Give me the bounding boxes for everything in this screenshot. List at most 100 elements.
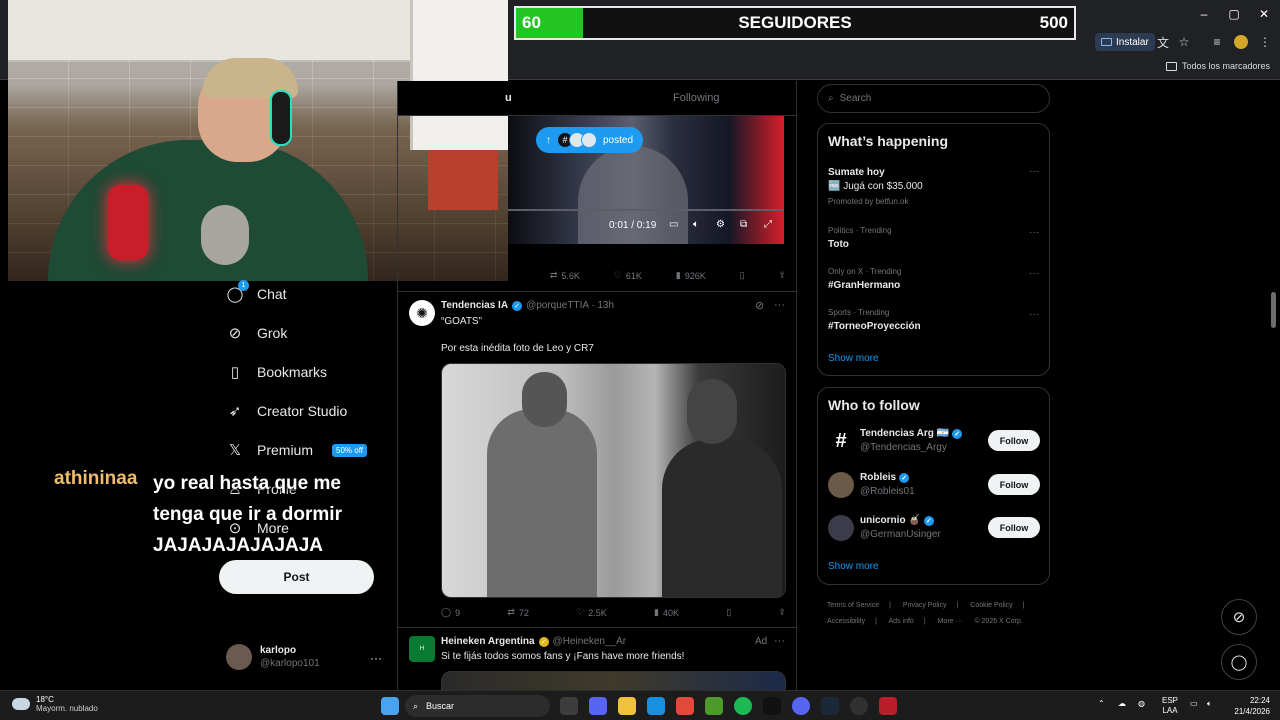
views-button[interactable]: ▮ 40K: [654, 607, 679, 618]
tweet-author-handle[interactable]: @Heineken__Ar: [553, 636, 627, 647]
reply-button[interactable]: ◯ 9: [441, 607, 460, 618]
like-button[interactable]: ♡ 2.5K: [576, 607, 607, 618]
app-icon[interactable]: [589, 697, 607, 715]
trend-meta: Only on X · Trending: [828, 267, 902, 276]
video-progress-bar[interactable]: [508, 209, 784, 211]
tray-app-icon[interactable]: ◍: [1138, 699, 1145, 709]
settings-icon[interactable]: ⚙: [716, 219, 725, 230]
all-bookmarks-folder[interactable]: Todos los marcadores: [1165, 61, 1270, 71]
taskbar-search[interactable]: ⌕ Buscar: [405, 695, 550, 717]
install-app-button[interactable]: Instalar: [1095, 33, 1155, 51]
heineken-logo-avatar[interactable]: H: [409, 636, 435, 662]
obs-icon[interactable]: [850, 697, 868, 715]
star-icon[interactable]: ☆: [1175, 33, 1193, 51]
footer-link[interactable]: Privacy Policy: [903, 602, 947, 609]
more-button[interactable]: ···: [1029, 227, 1039, 238]
more-button[interactable]: ···: [1029, 268, 1039, 279]
promo-name[interactable]: Sumate hoy: [828, 167, 885, 178]
bookmark-button[interactable]: ▯: [726, 607, 731, 618]
profile-avatar[interactable]: [1234, 35, 1248, 49]
weather-desc: Mayorm. nublado: [36, 704, 98, 713]
pip-icon[interactable]: ⧉: [740, 219, 747, 230]
network-icon[interactable]: ▭: [1190, 699, 1198, 709]
footer-link[interactable]: Ads info: [889, 618, 914, 625]
tweet-more-button[interactable]: ···: [774, 299, 785, 311]
follow-button[interactable]: Follow: [988, 517, 1040, 538]
task-view-icon[interactable]: [560, 697, 578, 715]
share-button[interactable]: ⇪: [778, 270, 786, 281]
like-button[interactable]: ♡ 61K: [614, 270, 642, 281]
weather-widget[interactable]: 18°C Mayorm. nublado: [12, 695, 98, 713]
search-input[interactable]: ⌕ Search: [817, 84, 1050, 113]
steam-icon[interactable]: [821, 697, 839, 715]
tweet-more-button[interactable]: ···: [774, 635, 785, 647]
openai-logo-avatar[interactable]: ✺: [409, 300, 435, 326]
minimize-button[interactable]: –: [1189, 4, 1219, 24]
onedrive-icon[interactable]: ☁: [1118, 699, 1126, 709]
more-button[interactable]: ···: [1029, 309, 1039, 320]
trend-name[interactable]: #GranHermano: [828, 280, 900, 291]
clock[interactable]: 22:24 21/4/2026: [1226, 695, 1270, 717]
nav-creator-studio[interactable]: ➶ Creator Studio: [226, 402, 348, 420]
close-button[interactable]: ✕: [1249, 4, 1279, 24]
volume-icon[interactable]: 🔈︎: [693, 219, 699, 230]
translate-icon[interactable]: 文: [1154, 33, 1172, 51]
tweet-author-name[interactable]: Heineken Argentina: [441, 636, 535, 647]
follow-suggestion[interactable]: unicornio 🧉 ✓ @GermanUsinger Follow: [828, 513, 1040, 543]
follow-suggestion[interactable]: Robleis ✓ @Robleis01 Follow: [828, 470, 1040, 500]
footer-link[interactable]: Cookie Policy: [970, 602, 1012, 609]
follow-suggestion[interactable]: # Tendencias Arg 🇦🇷 ✓ @Tendencias_Argy Fo…: [828, 426, 1040, 456]
chrome-icon[interactable]: [676, 697, 694, 715]
photo-figure: [487, 409, 597, 597]
minecraft-icon[interactable]: [705, 697, 723, 715]
captions-icon[interactable]: ▭: [669, 219, 678, 230]
footer-link[interactable]: More ···: [938, 618, 963, 625]
messages-fab-icon[interactable]: ◯: [1221, 644, 1257, 680]
bookmark-button[interactable]: ▯: [740, 270, 745, 281]
maximize-button[interactable]: ▢: [1219, 4, 1249, 24]
tiktok-icon[interactable]: [763, 697, 781, 715]
more-button[interactable]: ···: [1029, 166, 1039, 177]
tray-chevron-icon[interactable]: ⌃: [1098, 699, 1105, 709]
tab-for-you[interactable]: u: [505, 92, 512, 104]
menu-icon[interactable]: ⋮: [1256, 33, 1274, 51]
grok-fab-icon[interactable]: ⊘: [1221, 599, 1257, 635]
nav-grok[interactable]: ⊘ Grok: [226, 324, 288, 342]
volume-icon[interactable]: 🔈︎: [1207, 699, 1212, 709]
nav-chat[interactable]: ◯ 1 Chat: [226, 280, 287, 303]
tweet-photo[interactable]: [441, 363, 786, 598]
account-more-button[interactable]: ···: [370, 651, 382, 665]
edge-icon[interactable]: [647, 697, 665, 715]
app-icon[interactable]: [879, 697, 897, 715]
follow-button[interactable]: Follow: [988, 430, 1040, 451]
grok-icon[interactable]: ⊘: [755, 299, 764, 312]
fullscreen-icon[interactable]: ⤢: [764, 219, 772, 230]
nav-premium[interactable]: 𝕏 Premium 50% off: [226, 441, 367, 459]
show-more-link[interactable]: Show more: [828, 561, 879, 572]
new-posts-pill[interactable]: ↑ # posted: [536, 127, 644, 153]
start-icon[interactable]: [381, 697, 399, 715]
file-explorer-icon[interactable]: [618, 697, 636, 715]
footer-link[interactable]: Terms of Service: [827, 602, 879, 609]
ad-media[interactable]: [441, 671, 786, 690]
share-button[interactable]: ⇪: [778, 607, 786, 618]
spotify-icon[interactable]: [734, 697, 752, 715]
discord-icon[interactable]: [792, 697, 810, 715]
reading-list-icon[interactable]: ≡: [1208, 33, 1226, 51]
tab-following[interactable]: Following: [673, 92, 719, 104]
retweet-button[interactable]: ⇄ 5.6K: [550, 270, 580, 281]
language-indicator[interactable]: ESP LAA: [1162, 696, 1178, 716]
account-switcher[interactable]: karlopo @karlopo101: [226, 644, 320, 670]
trend-name[interactable]: #TorneoProyección: [828, 321, 921, 332]
tweet-author-name[interactable]: Tendencias IA: [441, 300, 508, 311]
scrollbar[interactable]: [1271, 292, 1276, 328]
views-button[interactable]: ▮ 926K: [676, 270, 706, 281]
show-more-link[interactable]: Show more: [828, 353, 879, 364]
footer-link[interactable]: Accessibility: [827, 618, 865, 625]
follow-button[interactable]: Follow: [988, 474, 1040, 495]
retweet-button[interactable]: ⇄ 72: [507, 607, 529, 618]
trend-name[interactable]: Toto: [828, 239, 849, 250]
tweet-author-handle[interactable]: @porqueTTIA · 13h: [526, 300, 614, 311]
nav-bookmarks[interactable]: ▯ Bookmarks: [226, 363, 327, 381]
post-button[interactable]: Post: [219, 560, 374, 594]
